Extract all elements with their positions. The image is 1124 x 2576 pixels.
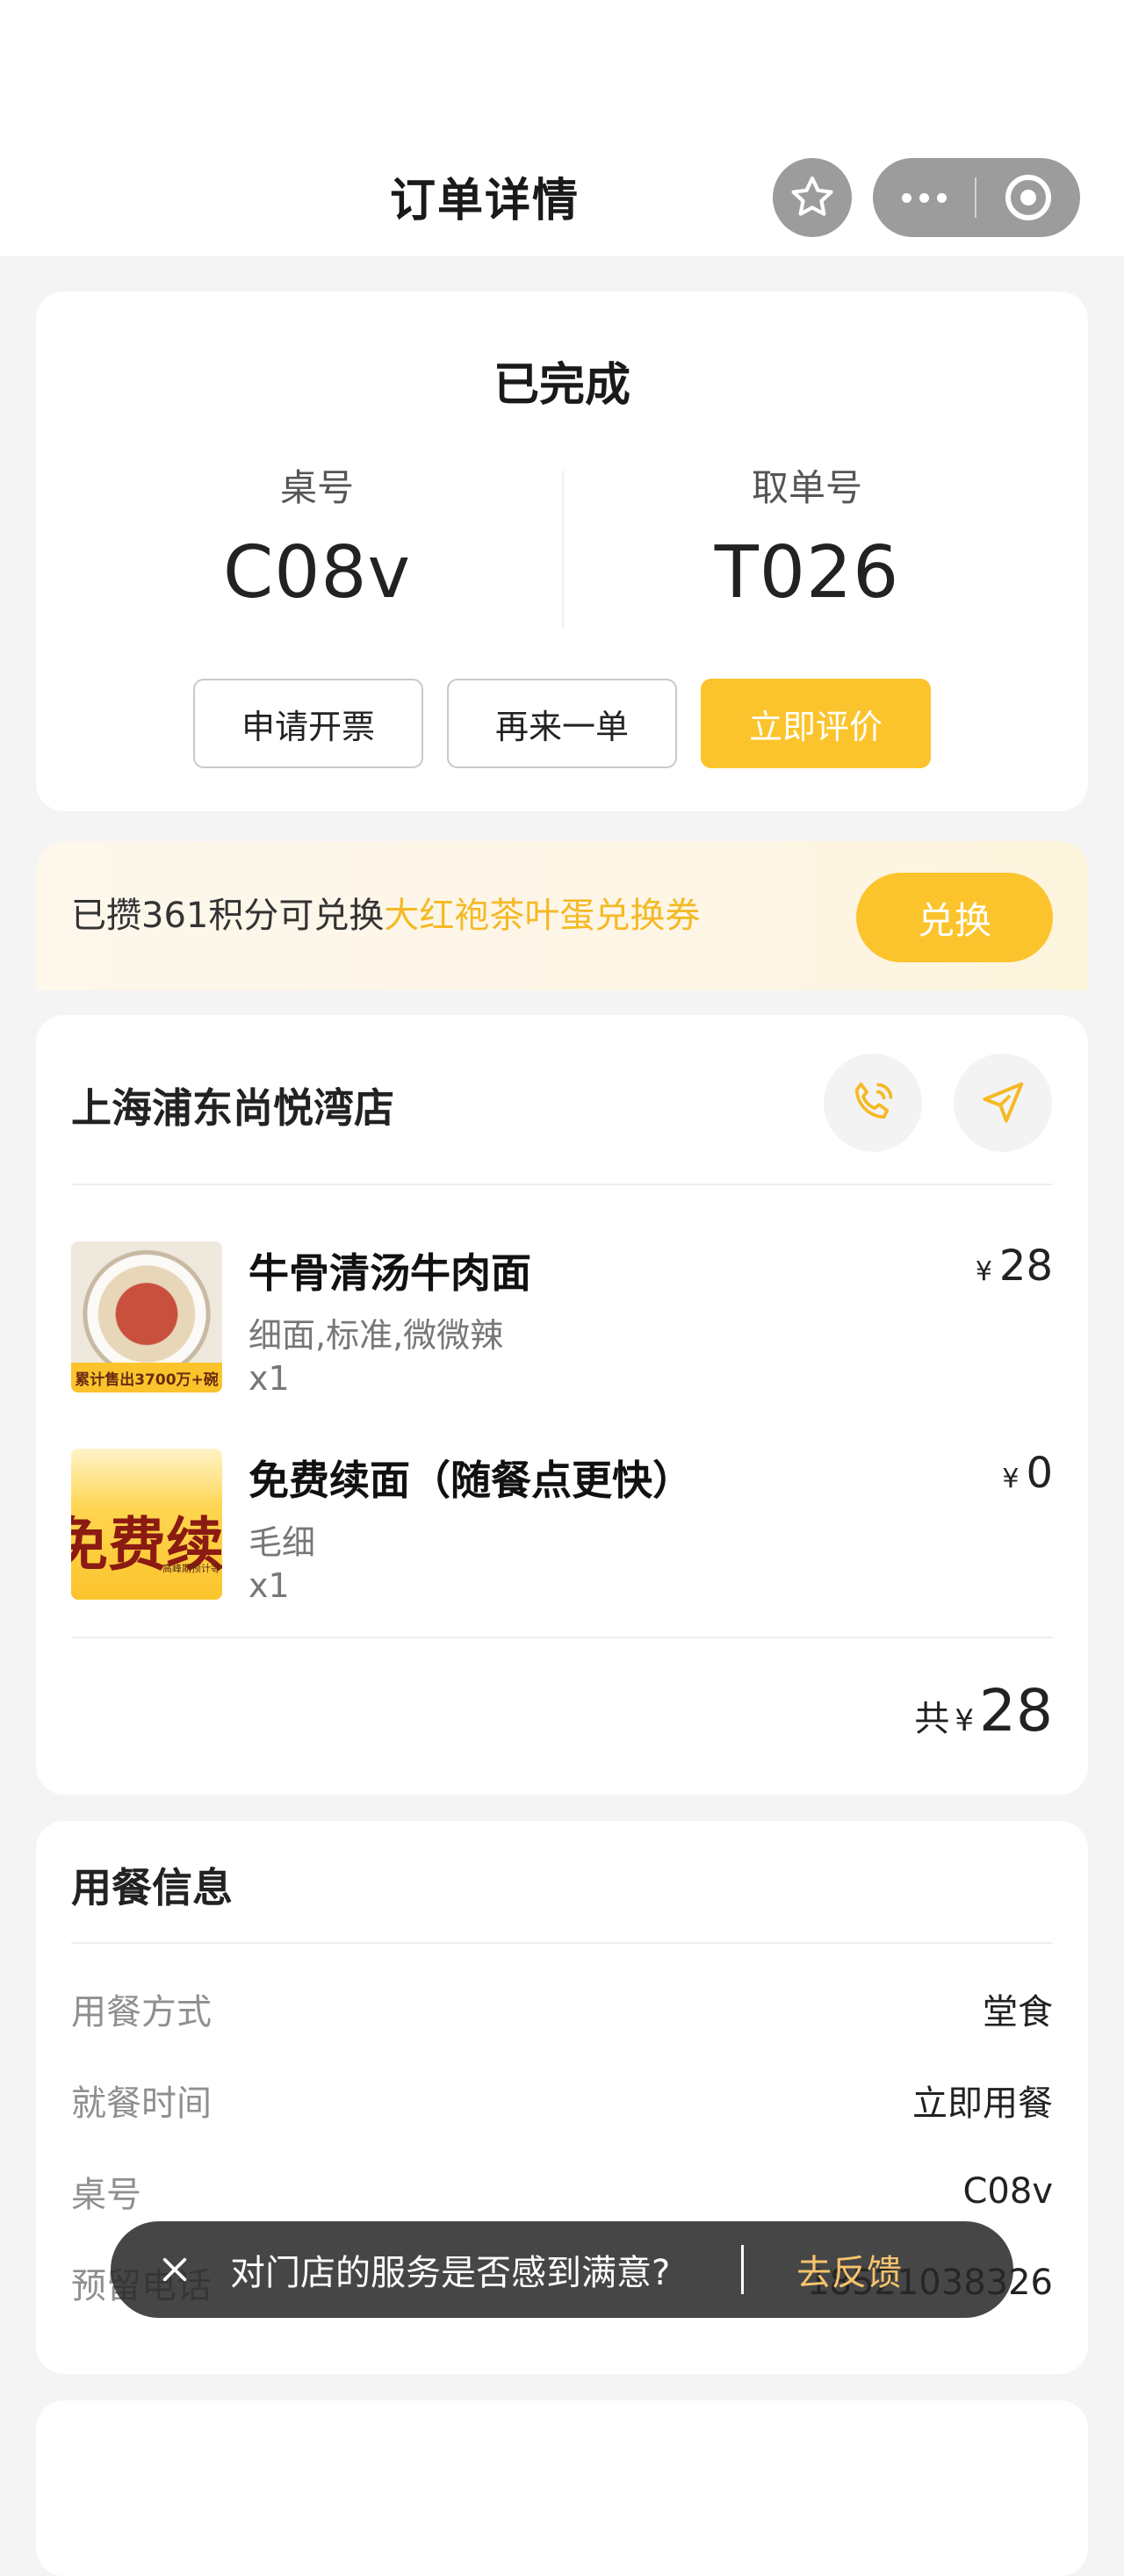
close-icon bbox=[162, 2257, 187, 2282]
divider bbox=[71, 1637, 1053, 1638]
beef-noodle-image: 累计售出3700万+碗 bbox=[71, 1241, 222, 1392]
currency-symbol: ¥ bbox=[955, 1703, 975, 1738]
thumb-small-text: 高峰期预计等待 bbox=[162, 1563, 222, 1574]
free-refill-image: 免费续面 高峰期预计等待 bbox=[71, 1449, 222, 1600]
mini-program-capsule bbox=[873, 158, 1080, 237]
item-spec: 毛细 bbox=[249, 1523, 316, 1562]
review-button[interactable]: 立即评价 bbox=[701, 679, 931, 768]
order-total: 共 ¥ 28 bbox=[914, 1677, 1053, 1745]
table-number-block: 桌号 C08v bbox=[71, 458, 563, 615]
dining-row: 就餐时间 立即用餐 bbox=[71, 2074, 1053, 2126]
item-price: ¥ 28 bbox=[976, 1241, 1053, 1291]
pickup-number-block: 取单号 T026 bbox=[561, 458, 1053, 615]
phone-icon bbox=[854, 1082, 893, 1119]
item-quantity: x1 bbox=[249, 1359, 290, 1398]
table-number-label: 桌号 bbox=[279, 466, 354, 509]
dining-info-title: 用餐信息 bbox=[71, 1864, 233, 1911]
divider bbox=[71, 1942, 1053, 1944]
dining-row: 桌号 C08v bbox=[71, 2165, 1053, 2218]
toast-close-button[interactable] bbox=[137, 2221, 213, 2318]
item-name: 牛骨清汤牛肉面 bbox=[249, 1249, 531, 1297]
item-quantity: x1 bbox=[249, 1566, 290, 1605]
dining-row-value: 堂食 bbox=[983, 1992, 1053, 2033]
item-price: ¥ 0 bbox=[1002, 1449, 1053, 1498]
order-status: 已完成 bbox=[493, 359, 630, 412]
order-items-card: 上海浦东尚悦湾店 累计售出3700万+碗 牛骨清汤牛肉面 细面,标准,微微辣 x… bbox=[36, 1015, 1088, 1795]
points-prefix: 已攒361积分可兑换 bbox=[71, 896, 385, 936]
target-close-icon bbox=[1005, 175, 1051, 220]
item-price-value: 0 bbox=[1026, 1449, 1053, 1498]
dining-row-key: 用餐方式 bbox=[71, 1992, 212, 2033]
points-banner: 已攒361积分可兑换大红袍茶叶蛋兑换券 兑换 bbox=[36, 841, 1088, 990]
navigate-button[interactable] bbox=[954, 1054, 1052, 1152]
currency-symbol: ¥ bbox=[975, 1256, 992, 1287]
more-button[interactable] bbox=[873, 158, 975, 237]
apply-invoice-button[interactable]: 申请开票 bbox=[193, 679, 423, 768]
dining-row-value: C08v bbox=[962, 2171, 1054, 2212]
item-name: 免费续面（随餐点更快） bbox=[249, 1457, 693, 1504]
points-text: 已攒361积分可兑换大红袍茶叶蛋兑换券 bbox=[71, 887, 700, 938]
close-mini-program-button[interactable] bbox=[976, 158, 1080, 237]
thumb-band-text: 累计售出3700万+碗 bbox=[71, 1363, 222, 1392]
total-amount: 28 bbox=[979, 1677, 1053, 1745]
table-number-value: C08v bbox=[222, 531, 412, 615]
order-item: 累计售出3700万+碗 牛骨清汤牛肉面 细面,标准,微微辣 x1 ¥ 28 bbox=[71, 1241, 1053, 1400]
toast-divider bbox=[741, 2245, 744, 2294]
more-dots-icon bbox=[901, 192, 911, 203]
toast-message: 对门店的服务是否感到满意? bbox=[230, 2253, 671, 2293]
divider bbox=[71, 1184, 1053, 1185]
points-reward: 大红袍茶叶蛋兑换券 bbox=[384, 896, 701, 936]
order-item: 免费续面 高峰期预计等待 免费续面（随餐点更快） 毛细 x1 ¥ 0 bbox=[71, 1449, 1053, 1607]
dining-row-key: 就餐时间 bbox=[71, 2083, 212, 2124]
nav-header: 订单详情 bbox=[0, 0, 1124, 256]
feedback-link[interactable]: 去反馈 bbox=[796, 2244, 902, 2295]
redeem-button[interactable]: 兑换 bbox=[856, 873, 1053, 962]
item-spec: 细面,标准,微微辣 bbox=[249, 1316, 504, 1355]
pickup-number-label: 取单号 bbox=[751, 466, 862, 509]
reorder-button[interactable]: 再来一单 bbox=[447, 679, 677, 768]
currency-symbol: ¥ bbox=[1002, 1464, 1020, 1494]
dining-row: 用餐方式 堂食 bbox=[71, 1982, 1053, 2035]
dining-row-value: 立即用餐 bbox=[912, 2083, 1053, 2124]
store-name: 上海浦东尚悦湾店 bbox=[71, 1084, 394, 1132]
next-card bbox=[36, 2400, 1088, 2576]
item-price-value: 28 bbox=[998, 1241, 1053, 1291]
total-label: 共 bbox=[914, 1699, 950, 1739]
dining-row-key: 桌号 bbox=[71, 2175, 141, 2215]
order-status-card: 已完成 桌号 C08v 取单号 T026 申请开票 再来一单 立即评价 bbox=[36, 291, 1088, 811]
feedback-toast: 对门店的服务是否感到满意? 去反馈 bbox=[111, 2221, 1013, 2318]
star-icon bbox=[791, 176, 833, 216]
call-store-button[interactable] bbox=[824, 1054, 922, 1152]
favorite-button[interactable] bbox=[773, 158, 852, 237]
navigation-arrow-icon bbox=[983, 1082, 1024, 1123]
pickup-number-value: T026 bbox=[714, 531, 900, 615]
